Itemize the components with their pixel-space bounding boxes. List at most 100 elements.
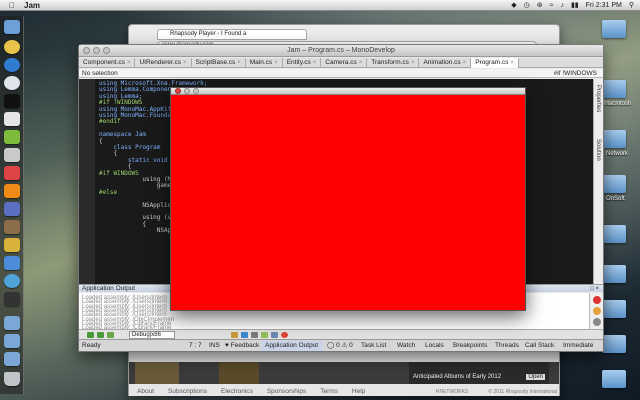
dropbox-icon[interactable]: ◆ bbox=[511, 1, 516, 9]
code-line[interactable]: #else bbox=[99, 189, 117, 196]
close-icon[interactable]: × bbox=[313, 58, 317, 68]
browser-tab[interactable]: Rhapsody Player - I Found a bbox=[157, 29, 307, 40]
attach-icon[interactable] bbox=[271, 332, 278, 338]
spotlight-icon[interactable]: ⚲ bbox=[629, 1, 634, 9]
selection-label[interactable]: No selection bbox=[82, 70, 118, 77]
add-icon[interactable] bbox=[87, 332, 94, 338]
desktop-item-label[interactable]: OnSoft bbox=[606, 196, 625, 202]
pad-close-icon[interactable]: □ × bbox=[590, 285, 599, 293]
tab-main-cs[interactable]: Main.cs × bbox=[246, 58, 283, 68]
tab-camera-cs[interactable]: Camera.cs × bbox=[321, 58, 368, 68]
tab-program-cs[interactable]: Program.cs × bbox=[471, 58, 519, 68]
properties-pad-tab[interactable]: Properties bbox=[595, 85, 601, 112]
tab-component-cs[interactable]: Component.cs × bbox=[79, 58, 136, 68]
desktop-folder-icon[interactable] bbox=[602, 335, 626, 353]
store-dock-icon[interactable] bbox=[4, 238, 20, 252]
locals-button[interactable]: Locals bbox=[425, 340, 444, 352]
footer-link-sponsorships[interactable]: Sponsorships bbox=[267, 388, 306, 395]
activity-dock-icon[interactable] bbox=[4, 292, 20, 306]
android-dock-icon[interactable] bbox=[4, 130, 20, 144]
photos-dock-icon[interactable] bbox=[4, 220, 20, 234]
code-line[interactable]: NSApplicat bbox=[99, 202, 178, 209]
debug-run-icon[interactable] bbox=[241, 332, 248, 338]
step-icon[interactable] bbox=[261, 332, 268, 338]
finder-dock-icon[interactable] bbox=[4, 20, 20, 34]
desktop-item-label[interactable]: Macintosh bbox=[604, 101, 631, 107]
error-count[interactable]: ◯ 0 ⚠ 0 bbox=[327, 340, 353, 352]
terminal-dock-icon[interactable] bbox=[4, 94, 20, 108]
tab-entity-cs[interactable]: Entity.cs × bbox=[283, 58, 322, 68]
desktop-folder-icon[interactable] bbox=[602, 265, 626, 283]
text-editor-dock-icon[interactable] bbox=[4, 112, 20, 126]
zoom-button[interactable] bbox=[193, 88, 199, 94]
app-dock-icon[interactable] bbox=[4, 166, 20, 180]
close-icon[interactable]: × bbox=[183, 58, 187, 68]
firefox-dock-icon[interactable] bbox=[4, 58, 20, 72]
game-canvas[interactable] bbox=[171, 95, 525, 310]
apple-menu-icon[interactable]:  bbox=[6, 1, 18, 10]
music-dock-icon[interactable] bbox=[4, 274, 20, 288]
desktop-folder-icon[interactable] bbox=[602, 300, 626, 318]
scroll-lock-icon[interactable] bbox=[593, 318, 601, 326]
promo-banner[interactable]: Anticipated Albums of Early 2012 Open bbox=[409, 362, 549, 384]
close-button[interactable] bbox=[175, 88, 181, 94]
wifi-icon[interactable]: ≈ bbox=[550, 2, 554, 9]
time-machine-icon[interactable]: ◷ bbox=[524, 1, 530, 9]
stop-icon[interactable] bbox=[593, 296, 601, 304]
clear-icon[interactable] bbox=[593, 307, 601, 315]
monodevelop-dock-icon[interactable] bbox=[4, 202, 20, 216]
build-solution-icon[interactable] bbox=[231, 332, 238, 338]
clean-icon[interactable] bbox=[251, 332, 258, 338]
close-icon[interactable]: × bbox=[237, 58, 241, 68]
minimize-button[interactable] bbox=[93, 47, 100, 54]
desktop-item-label[interactable]: Network bbox=[606, 151, 628, 157]
bluetooth-icon[interactable]: ⊛ bbox=[537, 1, 543, 9]
build-icon[interactable] bbox=[97, 332, 104, 338]
code-line[interactable]: #endif bbox=[99, 119, 121, 125]
close-icon[interactable]: × bbox=[127, 58, 131, 68]
close-icon[interactable]: × bbox=[510, 58, 514, 68]
code-line[interactable]: NSAppl bbox=[99, 228, 179, 234]
task-list-button[interactable]: Task List bbox=[361, 340, 386, 352]
desktop-folder-icon[interactable] bbox=[602, 370, 626, 388]
promo-open-button[interactable]: Open bbox=[526, 374, 545, 380]
minimize-button[interactable] bbox=[184, 88, 190, 94]
clock[interactable]: Fri 2:31 PM bbox=[586, 2, 622, 9]
monodevelop-titlebar[interactable]: Jam – Program.cs – MonoDevelop bbox=[79, 45, 603, 57]
footer-link-electronics[interactable]: Electronics bbox=[221, 388, 253, 395]
vlc-dock-icon[interactable] bbox=[4, 184, 20, 198]
define-selector[interactable]: #if !WINDOWS bbox=[554, 69, 597, 78]
zoom-button[interactable] bbox=[103, 47, 110, 54]
threads-button[interactable]: Threads bbox=[495, 340, 519, 352]
downloads-dock-icon[interactable] bbox=[4, 316, 20, 330]
documents-dock-icon[interactable] bbox=[4, 334, 20, 348]
battery-icon[interactable]: ▮▮ bbox=[571, 1, 579, 9]
tab-scriptbase-cs[interactable]: ScriptBase.cs × bbox=[192, 58, 246, 68]
code-line[interactable]: namespace Jam bbox=[99, 132, 146, 138]
footer-link-subscriptions[interactable]: Subscriptions bbox=[168, 388, 207, 395]
line-gutter[interactable] bbox=[79, 79, 95, 284]
immediate-button[interactable]: Immediate bbox=[563, 340, 593, 352]
tab-animation-cs[interactable]: Animation.cs × bbox=[419, 58, 472, 68]
desktop-folder-icon[interactable] bbox=[602, 80, 626, 98]
desktop-folder-icon[interactable] bbox=[602, 130, 626, 148]
app-menu[interactable]: Jam bbox=[24, 1, 40, 10]
breakpoints-button[interactable]: Breakpoints bbox=[453, 340, 487, 352]
trash-dock-icon[interactable] bbox=[4, 372, 20, 386]
safari-dock-icon[interactable] bbox=[4, 76, 20, 90]
feedback-button[interactable]: ♥ Feedback bbox=[225, 340, 259, 352]
tab-uirenderer-cs[interactable]: UIRenderer.cs × bbox=[135, 58, 192, 68]
watch-button[interactable]: Watch bbox=[397, 340, 415, 352]
footer-link-about[interactable]: About bbox=[137, 388, 154, 395]
run-icon[interactable] bbox=[107, 332, 114, 338]
xcode-dock-icon[interactable] bbox=[4, 256, 20, 270]
close-icon[interactable]: × bbox=[411, 58, 415, 68]
album-thumbnail[interactable] bbox=[135, 362, 179, 384]
applications-dock-icon[interactable] bbox=[4, 352, 20, 366]
footer-link-terms[interactable]: Terms bbox=[320, 388, 338, 395]
close-icon[interactable]: × bbox=[359, 58, 363, 68]
volume-icon[interactable]: ♪ bbox=[560, 2, 564, 9]
chrome-dock-icon[interactable] bbox=[4, 40, 20, 54]
close-icon[interactable]: × bbox=[463, 58, 467, 68]
desktop-folder-icon[interactable] bbox=[602, 20, 626, 38]
